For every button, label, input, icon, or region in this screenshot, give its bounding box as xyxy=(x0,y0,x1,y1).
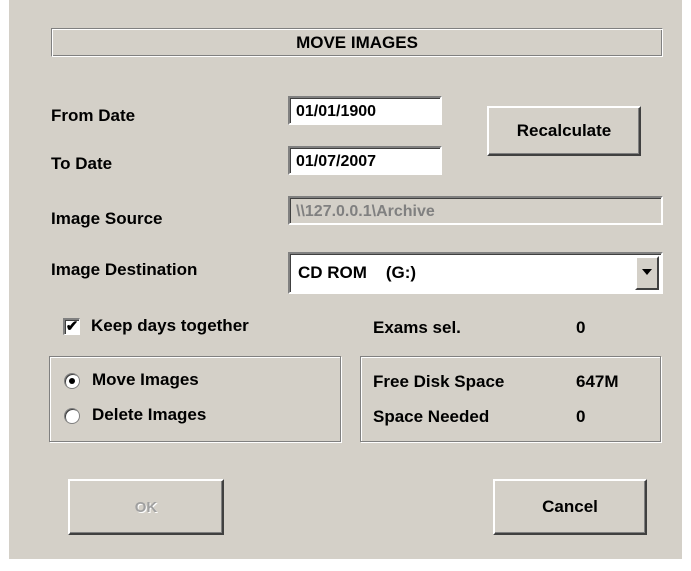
from-date-input[interactable]: 01/01/1900 xyxy=(288,96,442,125)
move-images-radio[interactable] xyxy=(64,373,80,389)
dropdown-button[interactable] xyxy=(635,256,659,290)
recalculate-button[interactable]: Recalculate xyxy=(487,106,641,156)
keep-days-together-label[interactable]: Keep days together xyxy=(91,316,249,336)
chevron-down-icon xyxy=(642,269,652,275)
free-disk-space-value: 647M xyxy=(576,372,619,391)
to-date-input[interactable]: 01/07/2007 xyxy=(288,146,442,175)
mode-group: Move Images Delete Images xyxy=(49,356,341,442)
delete-images-label[interactable]: Delete Images xyxy=(92,405,206,425)
keep-days-together-checkbox[interactable]: ✔ xyxy=(63,318,80,335)
image-source-input: \\127.0.0.1\Archive xyxy=(288,196,663,225)
image-source-label: Image Source xyxy=(51,209,163,228)
exams-sel-value: 0 xyxy=(576,318,586,337)
delete-images-radio[interactable] xyxy=(64,408,80,424)
exams-sel-label: Exams sel. xyxy=(373,318,461,337)
cancel-button[interactable]: Cancel xyxy=(493,479,647,535)
image-destination-value: CD ROM (G:) xyxy=(298,263,417,282)
free-disk-space-label: Free Disk Space xyxy=(373,372,505,391)
image-destination-select[interactable]: CD ROM (G:) xyxy=(288,252,663,294)
ok-button[interactable]: OK xyxy=(68,479,224,535)
move-images-dialog: MOVE IMAGES From Date 01/01/1900 To Date… xyxy=(9,0,682,559)
space-needed-label: Space Needed xyxy=(373,407,490,426)
radio-selected-dot xyxy=(69,378,75,384)
move-images-label[interactable]: Move Images xyxy=(92,370,199,390)
dialog-title: MOVE IMAGES xyxy=(51,28,663,57)
image-destination-label: Image Destination xyxy=(51,260,198,279)
space-needed-value: 0 xyxy=(576,407,586,426)
to-date-label: To Date xyxy=(51,154,113,173)
from-date-label: From Date xyxy=(51,106,136,125)
disk-space-group: Free Disk Space 647M Space Needed 0 xyxy=(360,356,661,442)
